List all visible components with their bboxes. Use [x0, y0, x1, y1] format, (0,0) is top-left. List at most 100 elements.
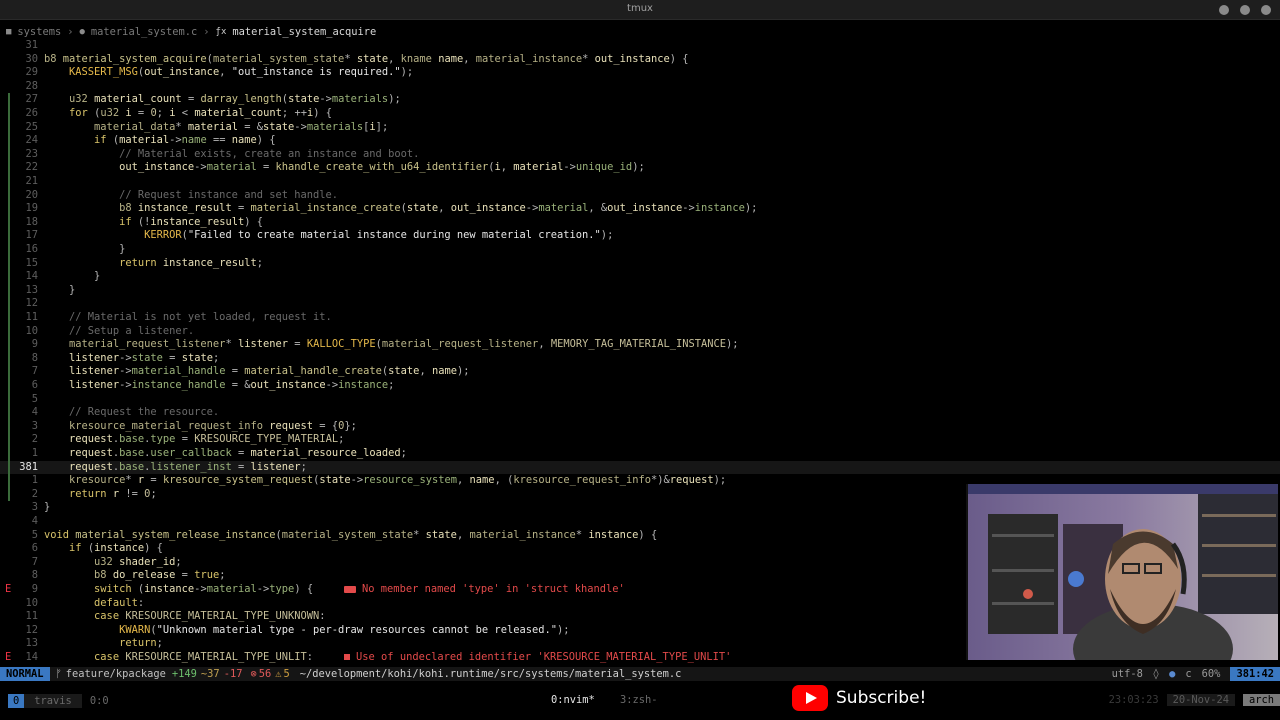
code-text: listener->state = state; [69, 351, 220, 364]
code-line[interactable]: 15 return instance_result; [0, 256, 1280, 271]
code-line[interactable]: 8 listener->state = state; [0, 351, 1280, 366]
line-number: 7 [31, 365, 38, 378]
line-number: 21 [25, 175, 38, 187]
code-line[interactable]: 6 listener->instance_handle = &out_insta… [0, 379, 1280, 393]
minimize-button[interactable] [1219, 5, 1229, 15]
subscribe-overlay[interactable]: Subscribe! [792, 685, 926, 711]
chevron-right-icon: › [203, 26, 210, 38]
code-line[interactable]: 17 KERROR("Failed to create material ins… [0, 229, 1280, 243]
code-line[interactable]: 18 if (!instance_result) { [0, 215, 1280, 230]
code-line[interactable]: 4 // Request the resource. [0, 406, 1280, 420]
line-number: 30 [25, 52, 38, 65]
code-line[interactable]: 3 kresource_material_request_info reques… [0, 419, 1280, 434]
line-number: 4 [31, 515, 38, 527]
code-text: request.base.type = KRESOURCE_TYPE_MATER… [69, 433, 345, 446]
close-button[interactable] [1261, 5, 1271, 15]
code-line[interactable]: 24 if (material->name == name) { [0, 134, 1280, 148]
code-line[interactable]: 13 } [0, 283, 1280, 298]
code-line[interactable]: 2 request.base.type = KRESOURCE_TYPE_MAT… [0, 433, 1280, 447]
git-change-marker [8, 324, 10, 339]
code-line[interactable]: 30 b8 material_system_acquire(material_sy… [0, 53, 1280, 67]
code-line-current[interactable]: 381 request.base.listener_inst = listene… [0, 460, 1280, 475]
tmux-session: 0 [8, 694, 25, 708]
line-number: 381 [19, 460, 38, 473]
code-text: default: [94, 596, 145, 609]
code-line[interactable]: 29 KASSERT_MSG(out_instance, "out_instan… [0, 66, 1280, 80]
code-line[interactable]: 26 for (u32 i = 0; i < material_count; +… [0, 107, 1280, 121]
code-line[interactable]: 21 [0, 175, 1280, 189]
tmux-status-bar: 0 travis 0:0 0:nvim* 3:zsh- 23:03:23 20-… [0, 690, 1280, 712]
tmux-window-active[interactable]: 0:nvim* [551, 694, 595, 706]
code-text: request.base.listener_inst = listener; [69, 460, 307, 473]
encoding: utf-8 [1111, 668, 1143, 680]
subscribe-label: Subscribe! [836, 688, 927, 708]
line-number: 10 [25, 324, 38, 337]
line-number: 24 [25, 134, 38, 147]
code-text: b8 do_release = true; [94, 569, 226, 582]
line-number: 29 [25, 66, 38, 79]
line-number: 28 [25, 79, 38, 92]
file-path: ~/development/kohi/kohi.runtime/src/syst… [299, 668, 682, 680]
code-line[interactable]: 1 request.base.user_callback = material_… [0, 447, 1280, 461]
code-line[interactable]: 22 out_instance->material = khandle_crea… [0, 161, 1280, 175]
tmux-date: 20-Nov-24 [1166, 694, 1235, 706]
code-line[interactable]: 23 // Material exists, create an instanc… [0, 147, 1280, 162]
code-text: material_data* material = &state->materi… [94, 120, 389, 133]
code-line[interactable]: 11 // Material is not yet loaded, reques… [0, 311, 1280, 325]
tmux-window-other[interactable]: 3:zsh- [620, 694, 658, 706]
git-change-marker [8, 338, 10, 352]
code-line[interactable]: 19 b8 instance_result = material_instanc… [0, 202, 1280, 216]
code-line[interactable]: 14 } [0, 270, 1280, 284]
git-change-marker [8, 351, 10, 366]
line-number: 8 [31, 351, 38, 364]
tmux-right: 23:03:23 20-Nov-24 arch [1109, 694, 1280, 706]
code-text: u32 shader_id; [94, 555, 182, 568]
error-icon: ⊗ [250, 668, 257, 680]
code-line[interactable]: 9 material_request_listener* listener = … [0, 338, 1280, 352]
line-number: 3 [31, 501, 38, 514]
code-line[interactable]: 10 // Setup a listener. [0, 324, 1280, 339]
error-marker-icon [344, 585, 357, 593]
code-line[interactable]: 25 material_data* material = &state->mat… [0, 120, 1280, 135]
warning-count: 5 [283, 668, 290, 680]
line-number: 26 [25, 107, 38, 119]
code-text: } [94, 270, 101, 283]
line-number: 10 [25, 596, 38, 609]
code-line[interactable]: 27 u32 material_count = darray_length(st… [0, 93, 1280, 107]
code-line[interactable]: 12 [0, 297, 1280, 311]
code-text: // Material exists, create an instance a… [119, 147, 420, 160]
line-number: 19 [25, 202, 38, 215]
breadcrumb-file[interactable]: material_system.c [91, 26, 197, 38]
line-number: 13 [25, 637, 38, 650]
git-branch: feature/kpackage [65, 668, 166, 680]
git-change-marker [8, 447, 10, 461]
code-line[interactable]: 7 listener->material_handle = material_h… [0, 365, 1280, 379]
line-number: 12 [25, 297, 38, 310]
line-number: 31 [25, 39, 38, 51]
line-number: 1 [31, 474, 38, 487]
error-sign-icon: E [5, 651, 12, 663]
line-number: 22 [25, 161, 38, 174]
breadcrumb-folder[interactable]: systems [17, 26, 61, 38]
git-change-marker [8, 256, 10, 271]
line-number: 6 [31, 379, 38, 391]
code-line[interactable]: 28 [0, 80, 1280, 94]
git-change-marker [8, 433, 10, 447]
line-number: 1 [31, 447, 38, 459]
code-text: KASSERT_MSG(out_instance, "out_instance … [69, 66, 414, 79]
code-line[interactable]: 20 // Request instance and set handle. [0, 188, 1280, 203]
code-line[interactable]: 16 } [0, 243, 1280, 257]
filetype: c [1185, 668, 1192, 680]
code-line[interactable]: 31 [0, 39, 1280, 53]
line-number: 27 [25, 93, 38, 106]
line-number: 3 [31, 419, 38, 432]
git-change-marker [8, 365, 10, 379]
tmux-os: arch [1242, 694, 1280, 706]
line-number: 20 [25, 188, 38, 201]
code-text: if (instance) { [69, 542, 163, 555]
breadcrumb-function[interactable]: material_system_acquire [232, 26, 376, 38]
maximize-button[interactable] [1240, 5, 1250, 15]
git-added-count: +149 [171, 668, 197, 680]
code-line[interactable]: 5 [0, 392, 1280, 407]
code-text: switch (instance->material->type) { [94, 583, 314, 595]
